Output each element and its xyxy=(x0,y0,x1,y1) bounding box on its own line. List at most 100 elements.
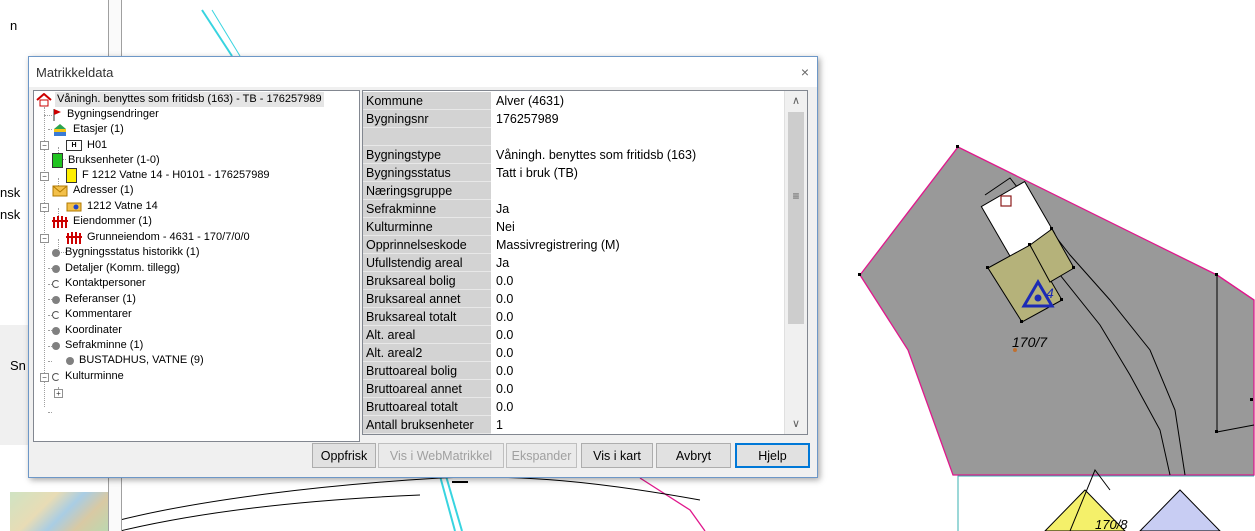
grid-row-label: Opprinnelseskode xyxy=(363,236,491,254)
grid-row[interactable]: Kommune Alver (4631) xyxy=(363,92,781,110)
tree-bustadhus[interactable]: BUSTADHUS, VATNE (9) xyxy=(66,353,206,368)
tree-etasje-h01[interactable]: H H01 xyxy=(66,138,109,153)
tree-detaljer[interactable]: Detaljer (Komm. tillegg) xyxy=(52,261,182,276)
grid-row-label: Kommune xyxy=(363,92,491,110)
grid-row[interactable]: Bruksareal annet 0.0 xyxy=(363,290,781,308)
collapse-bruksenheter[interactable]: − xyxy=(40,172,49,181)
house-icon xyxy=(36,92,52,106)
tree-bruksenheter[interactable]: Bruksenheter (1-0) xyxy=(52,153,162,168)
scroll-down-icon[interactable]: ∨ xyxy=(785,414,807,434)
grid-row[interactable]: Bygningstype Våningh. benyttes som fritid… xyxy=(363,146,781,164)
grid-row[interactable]: Næringsgruppe xyxy=(363,182,781,200)
tree-adresser[interactable]: Adresser (1) xyxy=(52,183,136,198)
fence-icon xyxy=(66,232,82,244)
tree-root-building[interactable]: Våningh. benyttes som fritidsb (163) - T… xyxy=(36,92,324,107)
grid-row[interactable]: Alt. areal2 0.0 xyxy=(363,344,781,362)
grid-row-label: Bygningsstatus xyxy=(363,164,491,182)
tree-sefrakminne[interactable]: Sefrakminne (1) xyxy=(52,338,145,353)
unit-green-icon xyxy=(52,153,63,168)
building-mark-label: 4 xyxy=(1046,285,1054,301)
tree-etasjer[interactable]: Etasjer (1) xyxy=(52,122,126,137)
expand-bustadhus[interactable]: + xyxy=(54,389,63,398)
grid-row[interactable]: Opprinnelseskode Massivregistrering (M) xyxy=(363,236,781,254)
ekspander-button[interactable]: Ekspander xyxy=(506,443,577,468)
map-road-line-bottom xyxy=(439,475,463,531)
tree-kontaktpersoner[interactable]: Kontaktpersoner xyxy=(52,276,148,291)
grid-row-value: 0.0 xyxy=(496,310,514,324)
grid-row[interactable]: Bygningsnr 176257989 xyxy=(363,110,781,128)
grid-row[interactable]: Bruttoareal bolig 0.0 xyxy=(363,362,781,380)
parcel-polygon xyxy=(859,146,1255,476)
grid-row[interactable] xyxy=(363,128,781,146)
grid-row-value: Tatt i bruk (TB) xyxy=(496,166,578,180)
grid-row-value: 176257989 xyxy=(496,112,559,126)
tree-koordinater[interactable]: Koordinater xyxy=(52,323,124,338)
tree-adresse-1[interactable]: 1212 Vatne 14 xyxy=(66,199,160,214)
tree-kommentarer[interactable]: Kommentarer xyxy=(52,307,134,322)
dialog-title: Matrikkeldata xyxy=(36,64,114,80)
tree-bygningsendringer[interactable]: Bygningsendringer xyxy=(52,107,161,122)
grid-row[interactable]: Bruttoareal annet 0.0 xyxy=(363,380,781,398)
tree-bygningsstatus-historikk[interactable]: Bygningsstatus historikk (1) xyxy=(52,245,202,260)
grid-row[interactable]: Ufullstendig areal Ja xyxy=(363,254,781,272)
collapse-adresser[interactable]: − xyxy=(40,203,49,212)
bullet-icon xyxy=(52,295,60,304)
close-icon[interactable]: × xyxy=(801,64,817,80)
grid-row[interactable]: Antall bruksenheter 1 xyxy=(363,416,781,434)
hjelp-button[interactable]: Hjelp xyxy=(735,443,810,468)
grid-row[interactable]: Kulturminne Nei xyxy=(363,218,781,236)
grid-row-label: Bruksareal annet xyxy=(363,290,491,308)
grid-row[interactable]: Bruksareal bolig 0.0 xyxy=(363,272,781,290)
tree-grunneiendom[interactable]: Grunneiendom - 4631 - 170/7/0/0 xyxy=(66,230,252,245)
grid-row-label: Bygningstype xyxy=(363,146,491,164)
property-grid[interactable]: Kommune Alver (4631) Bygningsnr 176257989 By… xyxy=(362,90,808,435)
grid-row-label: Alt. areal2 xyxy=(363,344,491,362)
scroll-grip-icon: ≡ xyxy=(792,189,800,203)
map-black-curve xyxy=(119,476,701,521)
grid-row-label: Alt. areal xyxy=(363,326,491,344)
grid-row-value xyxy=(491,128,781,146)
vis-webmatrikkel-button[interactable]: Vis i WebMatrikkel xyxy=(378,443,504,468)
grid-scrollbar[interactable]: ∧ ≡ ∨ xyxy=(784,91,807,434)
grid-row-label xyxy=(363,128,491,146)
scroll-up-icon[interactable]: ∧ xyxy=(785,91,807,111)
vis-i-kart-button[interactable]: Vis i kart xyxy=(581,443,653,468)
grid-row-label: Bruksareal totalt xyxy=(363,308,491,326)
grid-row-label: Bruttoareal bolig xyxy=(363,362,491,380)
collapse-eiendommer[interactable]: − xyxy=(40,234,49,243)
tree-referanser[interactable]: Referanser (1) xyxy=(52,292,138,307)
loading-ring-icon xyxy=(52,279,60,288)
tree-kulturminne[interactable]: Kulturminne xyxy=(52,369,126,384)
grid-row-value: 0.0 xyxy=(496,292,514,306)
envelope-icon xyxy=(52,185,68,196)
bullet-icon xyxy=(66,356,74,365)
object-tree[interactable]: − − − − − + Våningh. benyttes som fritid… xyxy=(33,90,360,442)
map-thumbnail[interactable] xyxy=(10,492,108,531)
grid-row-label: Bruttoareal annet xyxy=(363,380,491,398)
tree-bruksenhet-f[interactable]: F 1212 Vatne 14 - H0101 - 176257989 xyxy=(66,168,272,183)
loading-ring-icon xyxy=(52,310,60,319)
grid-row-value: 0.0 xyxy=(496,346,514,360)
grid-row[interactable]: Alt. areal 0.0 xyxy=(363,326,781,344)
grid-row[interactable]: Sefrakminne Ja xyxy=(363,200,781,218)
grid-row-value: Massivregistrering (M) xyxy=(496,238,620,252)
oppfrisk-button[interactable]: Oppfrisk xyxy=(312,443,376,468)
grid-row-label: Kulturminne xyxy=(363,218,491,236)
scroll-thumb[interactable] xyxy=(788,112,804,324)
grid-row[interactable]: Bruttoareal totalt 0.0 xyxy=(363,398,781,416)
collapse-sefrakminne[interactable]: − xyxy=(40,373,49,382)
avbryt-button[interactable]: Avbryt xyxy=(656,443,731,468)
grid-row-value: Alver (4631) xyxy=(496,94,565,108)
grid-row-label: Næringsgruppe xyxy=(363,182,491,200)
collapse-etasjer[interactable]: − xyxy=(40,141,49,150)
tree-eiendommer[interactable]: Eiendommer (1) xyxy=(52,214,154,229)
left-text-1: n xyxy=(10,18,18,33)
grid-row-value: 0.0 xyxy=(496,364,514,378)
grid-row-label: Bygningsnr xyxy=(363,110,491,128)
dialog-titlebar[interactable]: Matrikkeldata × xyxy=(29,57,817,87)
map-road-line xyxy=(201,9,233,57)
grid-row[interactable]: Bygningsstatus Tatt i bruk (TB) xyxy=(363,164,781,182)
floors-icon xyxy=(54,123,66,136)
building-footprint-blue xyxy=(1139,489,1221,531)
grid-row[interactable]: Bruksareal totalt 0.0 xyxy=(363,308,781,326)
